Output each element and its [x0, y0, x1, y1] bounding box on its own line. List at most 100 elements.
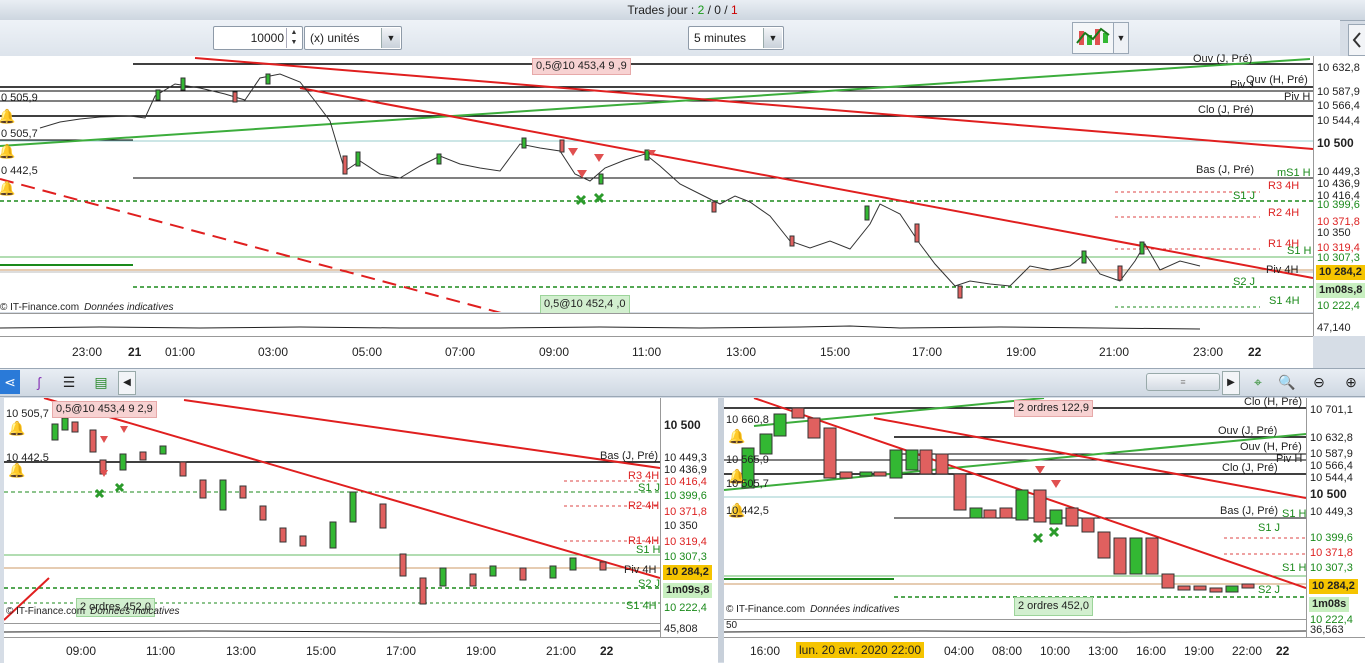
level-s2-j: S2 J [1258, 584, 1281, 596]
order-toolbar [0, 20, 1340, 56]
left-price-2: 10 565,9 [726, 454, 769, 466]
zoom-in-icon[interactable]: ⊕ [1340, 371, 1362, 393]
left-price-2: 0 505,7 [1, 128, 38, 140]
level-s2-j: S2 J [1233, 276, 1256, 288]
quantity-stepper[interactable]: 10000 ▲ ▼ [213, 26, 303, 50]
position-tag[interactable]: 2 ordres 452,0 [1014, 597, 1093, 616]
quantity-value: 10000 [250, 31, 284, 45]
bell-alert-icon[interactable]: 🔔 [0, 180, 15, 197]
level-piv-j: Piv J [1230, 79, 1254, 91]
oscillator-line [724, 630, 1306, 633]
level-clo-h: Clo (H, Pré) [1244, 396, 1303, 408]
interval-select[interactable]: 5 minutes ▼ [688, 26, 784, 50]
bell-alert-icon[interactable]: 🔔 [8, 420, 25, 437]
position-tag[interactable]: 0,5@10 452,4 ,0 [540, 295, 630, 314]
pending-order-tag[interactable]: 2 ordres 122,9 [1014, 400, 1093, 417]
main-price-plot[interactable] [0, 56, 1313, 312]
current-price-tag: 10 284,2 [663, 565, 712, 580]
level-piv-h: Piv H [1284, 91, 1311, 103]
crosshair-tool-icon[interactable]: ⌖ [1247, 371, 1269, 393]
zoom-fit-icon[interactable]: 🔍 [1276, 371, 1298, 393]
bell-alert-icon[interactable]: 🔔 [8, 462, 25, 479]
data-credit: © IT-Finance.com Données indicatives [0, 302, 174, 313]
level-s1-h-upper: S1 H [1282, 508, 1307, 520]
sell-arrows-hourly [1035, 466, 1061, 488]
bell-alert-icon[interactable]: 🔔 [0, 143, 15, 160]
pane-splitter[interactable] [718, 398, 724, 662]
level-ouv-j: Ouv (J, Pré) [1193, 53, 1253, 65]
chevron-down-icon[interactable]: ▼ [763, 28, 782, 48]
pending-order-tag[interactable]: 0,5@10 453,4 9 2,9 [52, 401, 157, 418]
candles-hourly [741, 407, 1255, 593]
chart-tools-bar: ⋖ ʃ ☰ ▤ ◀ ≡ ▶ ⌖ 🔍 ⊖ ⊕ [0, 368, 1365, 397]
layout-icon[interactable]: ▤ [90, 371, 112, 393]
unit-select[interactable]: (x) unités ▼ [304, 26, 402, 50]
chevron-down-icon[interactable]: ▼ [381, 28, 400, 48]
oscillator-panel-4h[interactable] [3, 623, 661, 638]
level-bas-j: Bas (J, Pré) [600, 450, 659, 462]
level-s2-j: S2 J [638, 578, 661, 590]
level-s1-j: S1 J [1258, 522, 1281, 534]
oscillator-line [0, 325, 1201, 330]
level-s1-h: S1 H [636, 544, 661, 556]
candles-4h [51, 417, 607, 605]
price-scale-hourly[interactable]: 10 701,1 10 632,8 10 587,9 10 566,4 10 5… [1306, 398, 1365, 637]
left-price-4: 10 442,5 [726, 505, 769, 517]
time-axis-hourly: 16:00 lun. 20 avr. 2020 22:00 04:00 08:0… [724, 637, 1365, 663]
level-quv-h: Quv (H, Pré) [1246, 74, 1308, 86]
horizontal-scrollbar-thumb[interactable]: ≡ [1146, 373, 1220, 391]
level-s1-j: S1 J [1233, 190, 1256, 202]
time-axis-4h: 09:00 11:00 13:00 15:00 17:00 19:00 21:0… [4, 637, 718, 663]
countdown-tag: 1m09s,8 [663, 583, 713, 598]
left-price-1: 0 505,9 [1, 92, 38, 104]
side-panel-toggle[interactable] [1348, 24, 1365, 56]
level-ms1-h: mS1 H [1277, 167, 1311, 179]
level-piv-4h: Piv 4H [624, 564, 657, 576]
share-icon[interactable]: ⋖ [0, 370, 20, 394]
list-icon[interactable]: ☰ [58, 371, 80, 393]
level-s1-h: S1 H [1282, 562, 1307, 574]
left-price-1: 10 505,7 [6, 408, 49, 420]
chart-4h-plot[interactable] [4, 398, 660, 623]
scroll-right-icon[interactable]: ▶ [1222, 371, 1240, 395]
current-price-tag: 10 284,2 [1309, 579, 1358, 594]
buy-markers-4h [94, 482, 125, 499]
cursor-date-tag: lun. 20 avr. 2020 22:00 [796, 642, 925, 658]
level-clo-j: Clo (J, Pré) [1222, 462, 1278, 474]
buy-markers-top [575, 192, 605, 206]
level-ouv-j: Ouv (J, Pré) [1218, 425, 1278, 437]
scroll-left-icon[interactable]: ◀ [118, 371, 136, 395]
zoom-out-icon[interactable]: ⊖ [1308, 371, 1330, 393]
level-s1-j: S1 J [638, 482, 661, 494]
time-axis-top: 23:00 21 01:00 03:00 05:00 07:00 09:00 1… [0, 336, 1313, 369]
indicator-icon[interactable]: ʃ [28, 371, 50, 393]
left-price-1: 10 660,8 [726, 414, 769, 426]
main-chart-area[interactable]: 🔔 🔔 🔔 0 505,9 0 505,7 0 442,5 Ouv (J, Pr… [0, 53, 1313, 314]
oscillator-line [3, 630, 661, 633]
oscillator-panel[interactable] [0, 313, 1313, 337]
bell-alert-icon[interactable]: 🔔 [0, 108, 15, 125]
chart-hourly-area[interactable]: 🔔 🔔 🔔 10 660,8 10 565,9 10 505,7 10 442,… [724, 396, 1307, 619]
trades-day-counter: Trades jour : 2 / 0 / 1 [627, 3, 738, 17]
spin-arrows-icon[interactable]: ▲ ▼ [286, 28, 301, 48]
price-scale-top[interactable]: 10 632,8 10 587,9 10 566,4 10 544,4 10 5… [1313, 56, 1365, 336]
oscillator-panel-hourly[interactable]: 50 [724, 619, 1306, 638]
current-price-tag: 10 284,2 [1316, 265, 1365, 280]
level-r2-4h: R2 4H [1268, 207, 1300, 219]
level-r3-4h: R3 4H [1268, 180, 1300, 192]
level-ouv-h: Ouv (H, Pré) [1240, 441, 1302, 453]
price-scale-4h[interactable]: 10 500 10 449,3 10 436,9 10 416,4 10 399… [660, 398, 719, 637]
unit-select-value: (x) unités [310, 31, 360, 45]
level-s1-4h: S1 4H [1269, 295, 1300, 307]
countdown-tag: 1m08s [1309, 597, 1350, 612]
level-s1-4h: S1 4H [626, 600, 657, 612]
candlestick-chart-icon [1076, 27, 1110, 45]
bell-alert-icon[interactable]: 🔔 [728, 428, 745, 445]
level-s1-h: S1 H [1287, 245, 1312, 257]
level-r2-4h: R2 4H [628, 500, 660, 512]
chart-type-button[interactable] [1072, 22, 1114, 54]
left-price-3: 0 442,5 [1, 165, 38, 177]
chart-4h-area[interactable]: 🔔 🔔 10 505,7 10 442,5 0,5@10 453,4 9 2,9… [4, 398, 660, 623]
chart-type-dropdown[interactable]: ▼ [1113, 22, 1129, 54]
pending-order-tag[interactable]: 0,5@10 453,4 9 ,9 [532, 58, 631, 75]
